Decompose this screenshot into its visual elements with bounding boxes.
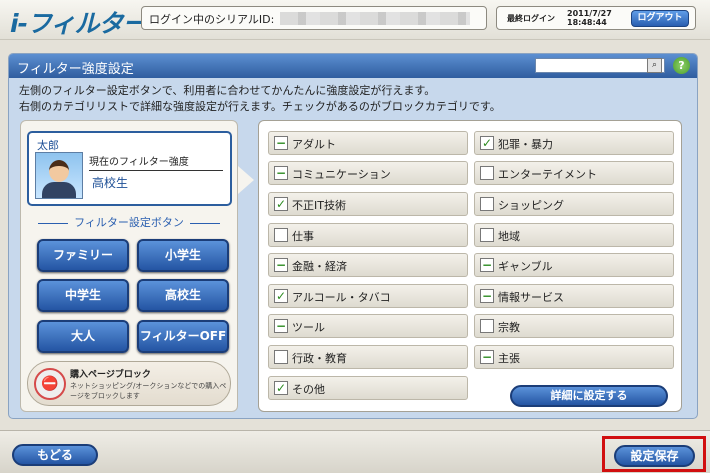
speech-bubble-tail xyxy=(238,166,254,194)
avatar-body xyxy=(42,182,76,198)
category-label: アルコール・タバコ xyxy=(292,291,391,304)
avatar xyxy=(35,152,83,199)
description-line-1: 左側のフィルター設定ボタンで、利用者に合わせてかんたんに強度設定が行えます。 xyxy=(19,84,436,97)
last-login-date: 2011/7/27 xyxy=(567,9,612,18)
panel-description: 左側のフィルター設定ボタンで、利用者に合わせてかんたんに強度設定が行えます。 右… xyxy=(19,83,501,115)
category-alcohol-tobacco[interactable]: ✓ アルコール・タバコ xyxy=(268,284,468,308)
category-communication[interactable]: − コミュニケーション xyxy=(268,161,468,185)
category-label: その他 xyxy=(292,383,325,396)
purchase-block-description: ネットショッピング/オークションなどでの購入ページをブロックします xyxy=(70,382,227,400)
category-checkbox[interactable]: − xyxy=(480,350,494,364)
user-card: 太郎 現在のフィルター強度 高校生 フィルター設定ボタン ファミリー 小学生 中… xyxy=(20,120,254,412)
save-settings-button[interactable]: 設定保存 xyxy=(614,445,695,467)
category-checkbox[interactable]: ✓ xyxy=(274,289,288,303)
category-checkbox[interactable]: − xyxy=(480,289,494,303)
search-icon[interactable]: ⌕ xyxy=(647,58,662,73)
category-label: ギャンブル xyxy=(498,260,553,273)
category-list: − アダルト ✓ 犯罪・暴力 − コミュニケーション エンターテイメント ✓ 不… xyxy=(258,120,682,412)
category-entertainment[interactable]: エンターテイメント xyxy=(474,161,674,185)
category-checkbox[interactable]: − xyxy=(274,166,288,180)
detail-settings-button[interactable]: 詳細に設定する xyxy=(510,385,668,407)
app-logo: i-フィルター xyxy=(10,9,147,38)
top-bar: i-フィルター ログイン中のシリアルID: 最終ログイン 2011/7/27 1… xyxy=(0,0,710,40)
bottom-bar: もどる 設定保存 xyxy=(0,430,710,473)
preset-elementary-button[interactable]: 小学生 xyxy=(137,239,229,272)
serial-id-box: ログイン中のシリアルID: xyxy=(141,6,487,30)
category-checkbox[interactable] xyxy=(274,228,288,242)
panel-title: フィルター強度設定 xyxy=(17,62,134,77)
current-strength-label: 現在のフィルター強度 xyxy=(89,153,223,171)
purchase-block-title: 購入ページブロック xyxy=(70,370,151,380)
category-checkbox[interactable] xyxy=(480,319,494,333)
category-label: コミュニケーション xyxy=(292,168,391,181)
purchase-block-toggle[interactable]: ⛔ 購入ページブロック ネットショッピング/オークションなどでの購入ページをブロ… xyxy=(27,361,231,406)
category-adult[interactable]: − アダルト xyxy=(268,131,468,155)
category-checkbox[interactable]: − xyxy=(274,136,288,150)
logout-button[interactable]: ログアウト xyxy=(631,10,689,27)
category-region[interactable]: 地域 xyxy=(474,223,674,247)
search-input[interactable] xyxy=(535,58,665,73)
category-checkbox[interactable]: ✓ xyxy=(274,197,288,211)
category-tools[interactable]: − ツール xyxy=(268,314,468,338)
category-label: 金融・経済 xyxy=(292,260,347,273)
category-label: 仕事 xyxy=(292,230,314,243)
presets-heading-text: フィルター設定ボタン xyxy=(74,216,184,229)
category-gambling[interactable]: − ギャンブル xyxy=(474,253,674,277)
help-icon[interactable]: ? xyxy=(673,57,690,74)
category-label: 情報サービス xyxy=(498,291,564,304)
back-button[interactable]: もどる xyxy=(12,444,98,466)
category-checkbox[interactable]: − xyxy=(480,258,494,272)
category-checkbox[interactable]: ✓ xyxy=(274,381,288,395)
category-checkbox[interactable] xyxy=(480,228,494,242)
preset-junior-high-button[interactable]: 中学生 xyxy=(37,279,129,312)
category-info-services[interactable]: − 情報サービス xyxy=(474,284,674,308)
preset-family-button[interactable]: ファミリー xyxy=(37,239,129,272)
user-name: 太郎 xyxy=(37,139,59,152)
category-label: 宗教 xyxy=(498,321,520,334)
last-login-datetime: 2011/7/27 18:48:44 xyxy=(567,9,612,27)
shopping-cart-block-icon: ⛔ xyxy=(34,368,66,400)
presets-heading: フィルター設定ボタン xyxy=(21,214,237,230)
category-illegal-it[interactable]: ✓ 不正IT技術 xyxy=(268,192,468,216)
category-religion[interactable]: 宗教 xyxy=(474,314,674,338)
category-label: 地域 xyxy=(498,230,520,243)
serial-id-masked xyxy=(280,12,470,25)
category-checkbox[interactable]: − xyxy=(274,258,288,272)
category-finance[interactable]: − 金融・経済 xyxy=(268,253,468,277)
save-highlight-frame: 設定保存 xyxy=(602,436,706,472)
category-checkbox[interactable]: ✓ xyxy=(480,136,494,150)
category-label: ショッピング xyxy=(498,199,564,212)
last-login-label: 最終ログイン xyxy=(507,14,555,23)
current-strength-value: 高校生 xyxy=(92,176,129,190)
category-crime-violence[interactable]: ✓ 犯罪・暴力 xyxy=(474,131,674,155)
description-line-2: 右側のカテゴリリストで詳細な強度設定が行えます。チェックがあるのがブロックカテゴ… xyxy=(19,100,501,113)
preset-high-school-button[interactable]: 高校生 xyxy=(137,279,229,312)
category-opinion[interactable]: − 主張 xyxy=(474,345,674,369)
category-label: ツール xyxy=(292,321,325,334)
category-shopping[interactable]: ショッピング xyxy=(474,192,674,216)
category-checkbox[interactable]: − xyxy=(274,319,288,333)
category-government-education[interactable]: 行政・教育 xyxy=(268,345,468,369)
category-work[interactable]: 仕事 xyxy=(268,223,468,247)
category-checkbox[interactable] xyxy=(480,166,494,180)
category-label: 犯罪・暴力 xyxy=(498,138,553,151)
category-checkbox[interactable] xyxy=(480,197,494,211)
serial-id-label: ログイン中のシリアルID: xyxy=(149,13,275,26)
preset-adult-button[interactable]: 大人 xyxy=(37,320,129,353)
last-login-box: 最終ログイン 2011/7/27 18:48:44 ログアウト xyxy=(496,6,696,30)
preset-filter-off-button[interactable]: フィルターOFF xyxy=(137,320,229,353)
category-label: 主張 xyxy=(498,352,520,365)
category-label: 行政・教育 xyxy=(292,352,347,365)
panel-header: フィルター強度設定 ⌕ ? xyxy=(9,54,697,78)
last-login-time: 18:48:44 xyxy=(567,18,607,27)
avatar-head xyxy=(49,160,69,182)
category-checkbox[interactable] xyxy=(274,350,288,364)
category-label: エンターテイメント xyxy=(498,168,597,181)
user-box: 太郎 現在のフィルター強度 高校生 xyxy=(27,131,232,206)
category-label: アダルト xyxy=(292,138,336,151)
category-other[interactable]: ✓ その他 xyxy=(268,376,468,400)
category-label: 不正IT技術 xyxy=(292,199,346,212)
